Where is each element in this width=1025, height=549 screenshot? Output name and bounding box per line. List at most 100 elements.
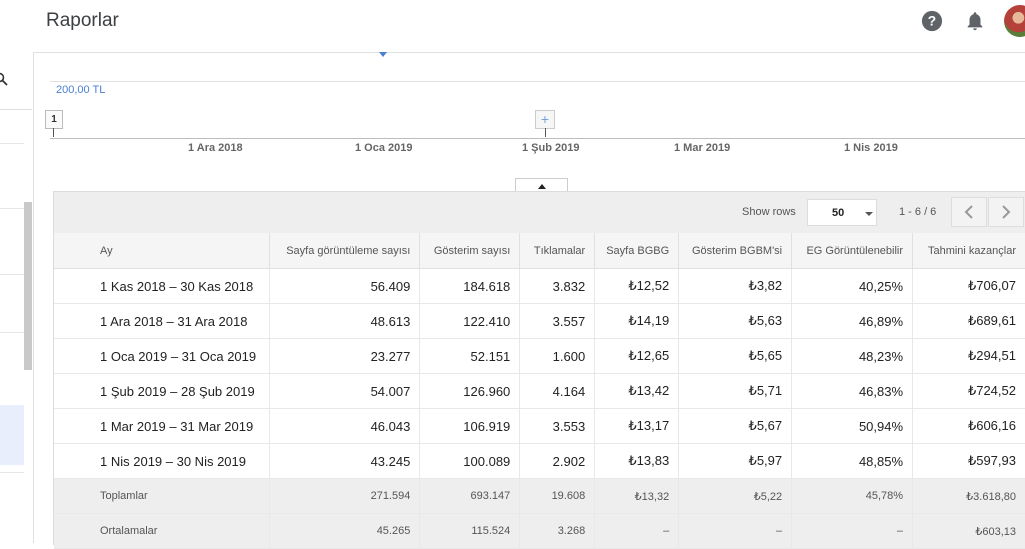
cell-clicks: 3.553 xyxy=(519,408,596,444)
annotation-stem xyxy=(545,128,546,137)
cell-month: 1 Mar 2019 – 31 Mar 2019 xyxy=(54,408,271,444)
cell-clicks: 4.164 xyxy=(519,373,596,409)
sidebar-divider xyxy=(0,332,24,333)
chevron-up-icon xyxy=(538,184,546,189)
cell-page-views: 48.613 xyxy=(269,303,421,339)
cell-page-rpm: ₺13,17 xyxy=(594,408,680,444)
column-header-impression-rpm[interactable]: Gösterim BGBM'si xyxy=(678,233,793,269)
cell-clicks: 19.608 xyxy=(519,478,596,514)
page-title: Raporlar xyxy=(46,10,119,31)
cell-impression-rpm: – xyxy=(678,513,793,549)
table-row: 1 Mar 2019 – 31 Mar 2019 46.043 106.919 … xyxy=(54,408,1025,444)
x-tick-label: 1 Oca 2019 xyxy=(355,142,413,154)
cell-summary-label: Ortalamalar xyxy=(54,513,271,549)
cell-impressions: 100.089 xyxy=(419,443,521,479)
rows-per-page-value: 50 xyxy=(832,207,845,219)
previous-page-button[interactable] xyxy=(951,197,987,227)
help-icon[interactable]: ? xyxy=(921,10,943,32)
column-header-page-rpm[interactable]: Sayfa BGBG xyxy=(594,233,680,269)
chart-point-marker xyxy=(379,52,387,57)
cell-page-views: 54.007 xyxy=(269,373,421,409)
sidebar-divider xyxy=(0,472,24,473)
cell-clicks: 3.557 xyxy=(519,303,596,339)
column-header-estimated-earnings[interactable]: Tahmini kazançlar xyxy=(912,233,1025,269)
report-table: Ay Sayfa görüntüleme sayısı Gösterim say… xyxy=(54,233,1025,549)
bell-icon[interactable] xyxy=(964,10,986,32)
cell-active-view: 40,25% xyxy=(791,268,914,304)
cell-impressions: 122.410 xyxy=(419,303,521,339)
cell-page-rpm: ₺14,19 xyxy=(594,303,680,339)
cell-active-view: 45,78% xyxy=(791,478,914,514)
next-page-button[interactable] xyxy=(988,197,1024,227)
column-header-active-view-viewable[interactable]: EG Görüntülenebilir xyxy=(791,233,914,269)
cell-earnings: ₺724,52 xyxy=(912,373,1025,409)
cell-page-rpm: – xyxy=(594,513,680,549)
cell-clicks: 3.832 xyxy=(519,268,596,304)
cell-earnings: ₺597,93 xyxy=(912,443,1025,479)
sidebar-divider xyxy=(0,208,24,209)
cell-impressions: 115.524 xyxy=(419,513,521,549)
cell-clicks: 3.268 xyxy=(519,513,596,549)
sidebar xyxy=(0,52,34,543)
svg-text:?: ? xyxy=(928,14,936,29)
column-header-impressions[interactable]: Gösterim sayısı xyxy=(419,233,521,269)
cell-earnings: ₺689,61 xyxy=(912,303,1025,339)
annotation-marker[interactable]: 1 xyxy=(45,110,63,129)
cell-page-rpm: ₺12,52 xyxy=(594,268,680,304)
show-rows-label: Show rows xyxy=(742,206,796,218)
cell-impressions: 693.147 xyxy=(419,478,521,514)
table-row: 1 Nis 2019 – 30 Nis 2019 43.245 100.089 … xyxy=(54,443,1025,479)
cell-impression-rpm: ₺5,71 xyxy=(678,373,793,409)
chart-x-axis xyxy=(50,138,1025,139)
add-annotation-button[interactable]: + xyxy=(535,110,555,129)
table-row: 1 Şub 2019 – 28 Şub 2019 54.007 126.960 … xyxy=(54,373,1025,409)
cell-page-views: 271.594 xyxy=(269,478,421,514)
cell-active-view: 46,83% xyxy=(791,373,914,409)
report-table-card: Show rows 50 1 - 6 / 6 Ay Sayfa görüntül… xyxy=(53,191,1025,549)
table-row: 1 Kas 2018 – 30 Kas 2018 56.409 184.618 … xyxy=(54,268,1025,304)
chart-gridline xyxy=(50,81,1025,82)
cell-page-views: 23.277 xyxy=(269,338,421,374)
column-header-page-views[interactable]: Sayfa görüntüleme sayısı xyxy=(269,233,421,269)
cell-impression-rpm: ₺3,82 xyxy=(678,268,793,304)
chevron-left-icon xyxy=(964,205,973,219)
cell-earnings: ₺294,51 xyxy=(912,338,1025,374)
cell-impressions: 184.618 xyxy=(419,268,521,304)
sidebar-search[interactable] xyxy=(0,52,32,110)
top-app-bar: Raporlar ? xyxy=(0,0,1025,53)
cell-active-view: 48,23% xyxy=(791,338,914,374)
x-tick-label: 1 Şub 2019 xyxy=(522,142,580,154)
search-icon[interactable] xyxy=(0,72,8,86)
cell-clicks: 1.600 xyxy=(519,338,596,374)
dropdown-caret-icon xyxy=(865,212,873,216)
cell-page-rpm: ₺13,32 xyxy=(594,478,680,514)
cell-earnings: ₺3.618,80 xyxy=(912,478,1025,514)
cell-active-view: – xyxy=(791,513,914,549)
cell-summary-label: Toplamlar xyxy=(54,478,271,514)
cell-impression-rpm: ₺5,65 xyxy=(678,338,793,374)
totals-row: Toplamlar 271.594 693.147 19.608 ₺13,32 … xyxy=(54,478,1025,514)
cell-earnings: ₺603,13 xyxy=(912,513,1025,549)
cell-impression-rpm: ₺5,22 xyxy=(678,478,793,514)
x-tick-label: 1 Ara 2018 xyxy=(188,142,243,154)
rows-per-page-select[interactable]: 50 xyxy=(807,199,877,226)
cell-page-views: 45.265 xyxy=(269,513,421,549)
sidebar-item-selected[interactable] xyxy=(0,405,24,465)
cell-page-rpm: ₺13,42 xyxy=(594,373,680,409)
sidebar-divider xyxy=(0,274,24,275)
page-range: 1 - 6 / 6 xyxy=(899,206,937,218)
sidebar-scrollbar[interactable] xyxy=(24,202,32,370)
sidebar-divider xyxy=(0,143,24,144)
cell-page-rpm: ₺13,83 xyxy=(594,443,680,479)
x-tick-label: 1 Nis 2019 xyxy=(844,142,898,154)
averages-row: Ortalamalar 45.265 115.524 3.268 – – – ₺… xyxy=(54,513,1025,549)
table-header-row: Ay Sayfa görüntüleme sayısı Gösterim say… xyxy=(54,233,1025,269)
avatar[interactable] xyxy=(1004,5,1025,37)
cell-impression-rpm: ₺5,63 xyxy=(678,303,793,339)
cell-earnings: ₺606,16 xyxy=(912,408,1025,444)
chart-y-label: 200,00 TL xyxy=(56,84,106,96)
column-header-clicks[interactable]: Tıklamalar xyxy=(519,233,596,269)
column-header-month[interactable]: Ay xyxy=(54,233,271,269)
cell-month: 1 Ara 2018 – 31 Ara 2018 xyxy=(54,303,271,339)
cell-page-views: 43.245 xyxy=(269,443,421,479)
